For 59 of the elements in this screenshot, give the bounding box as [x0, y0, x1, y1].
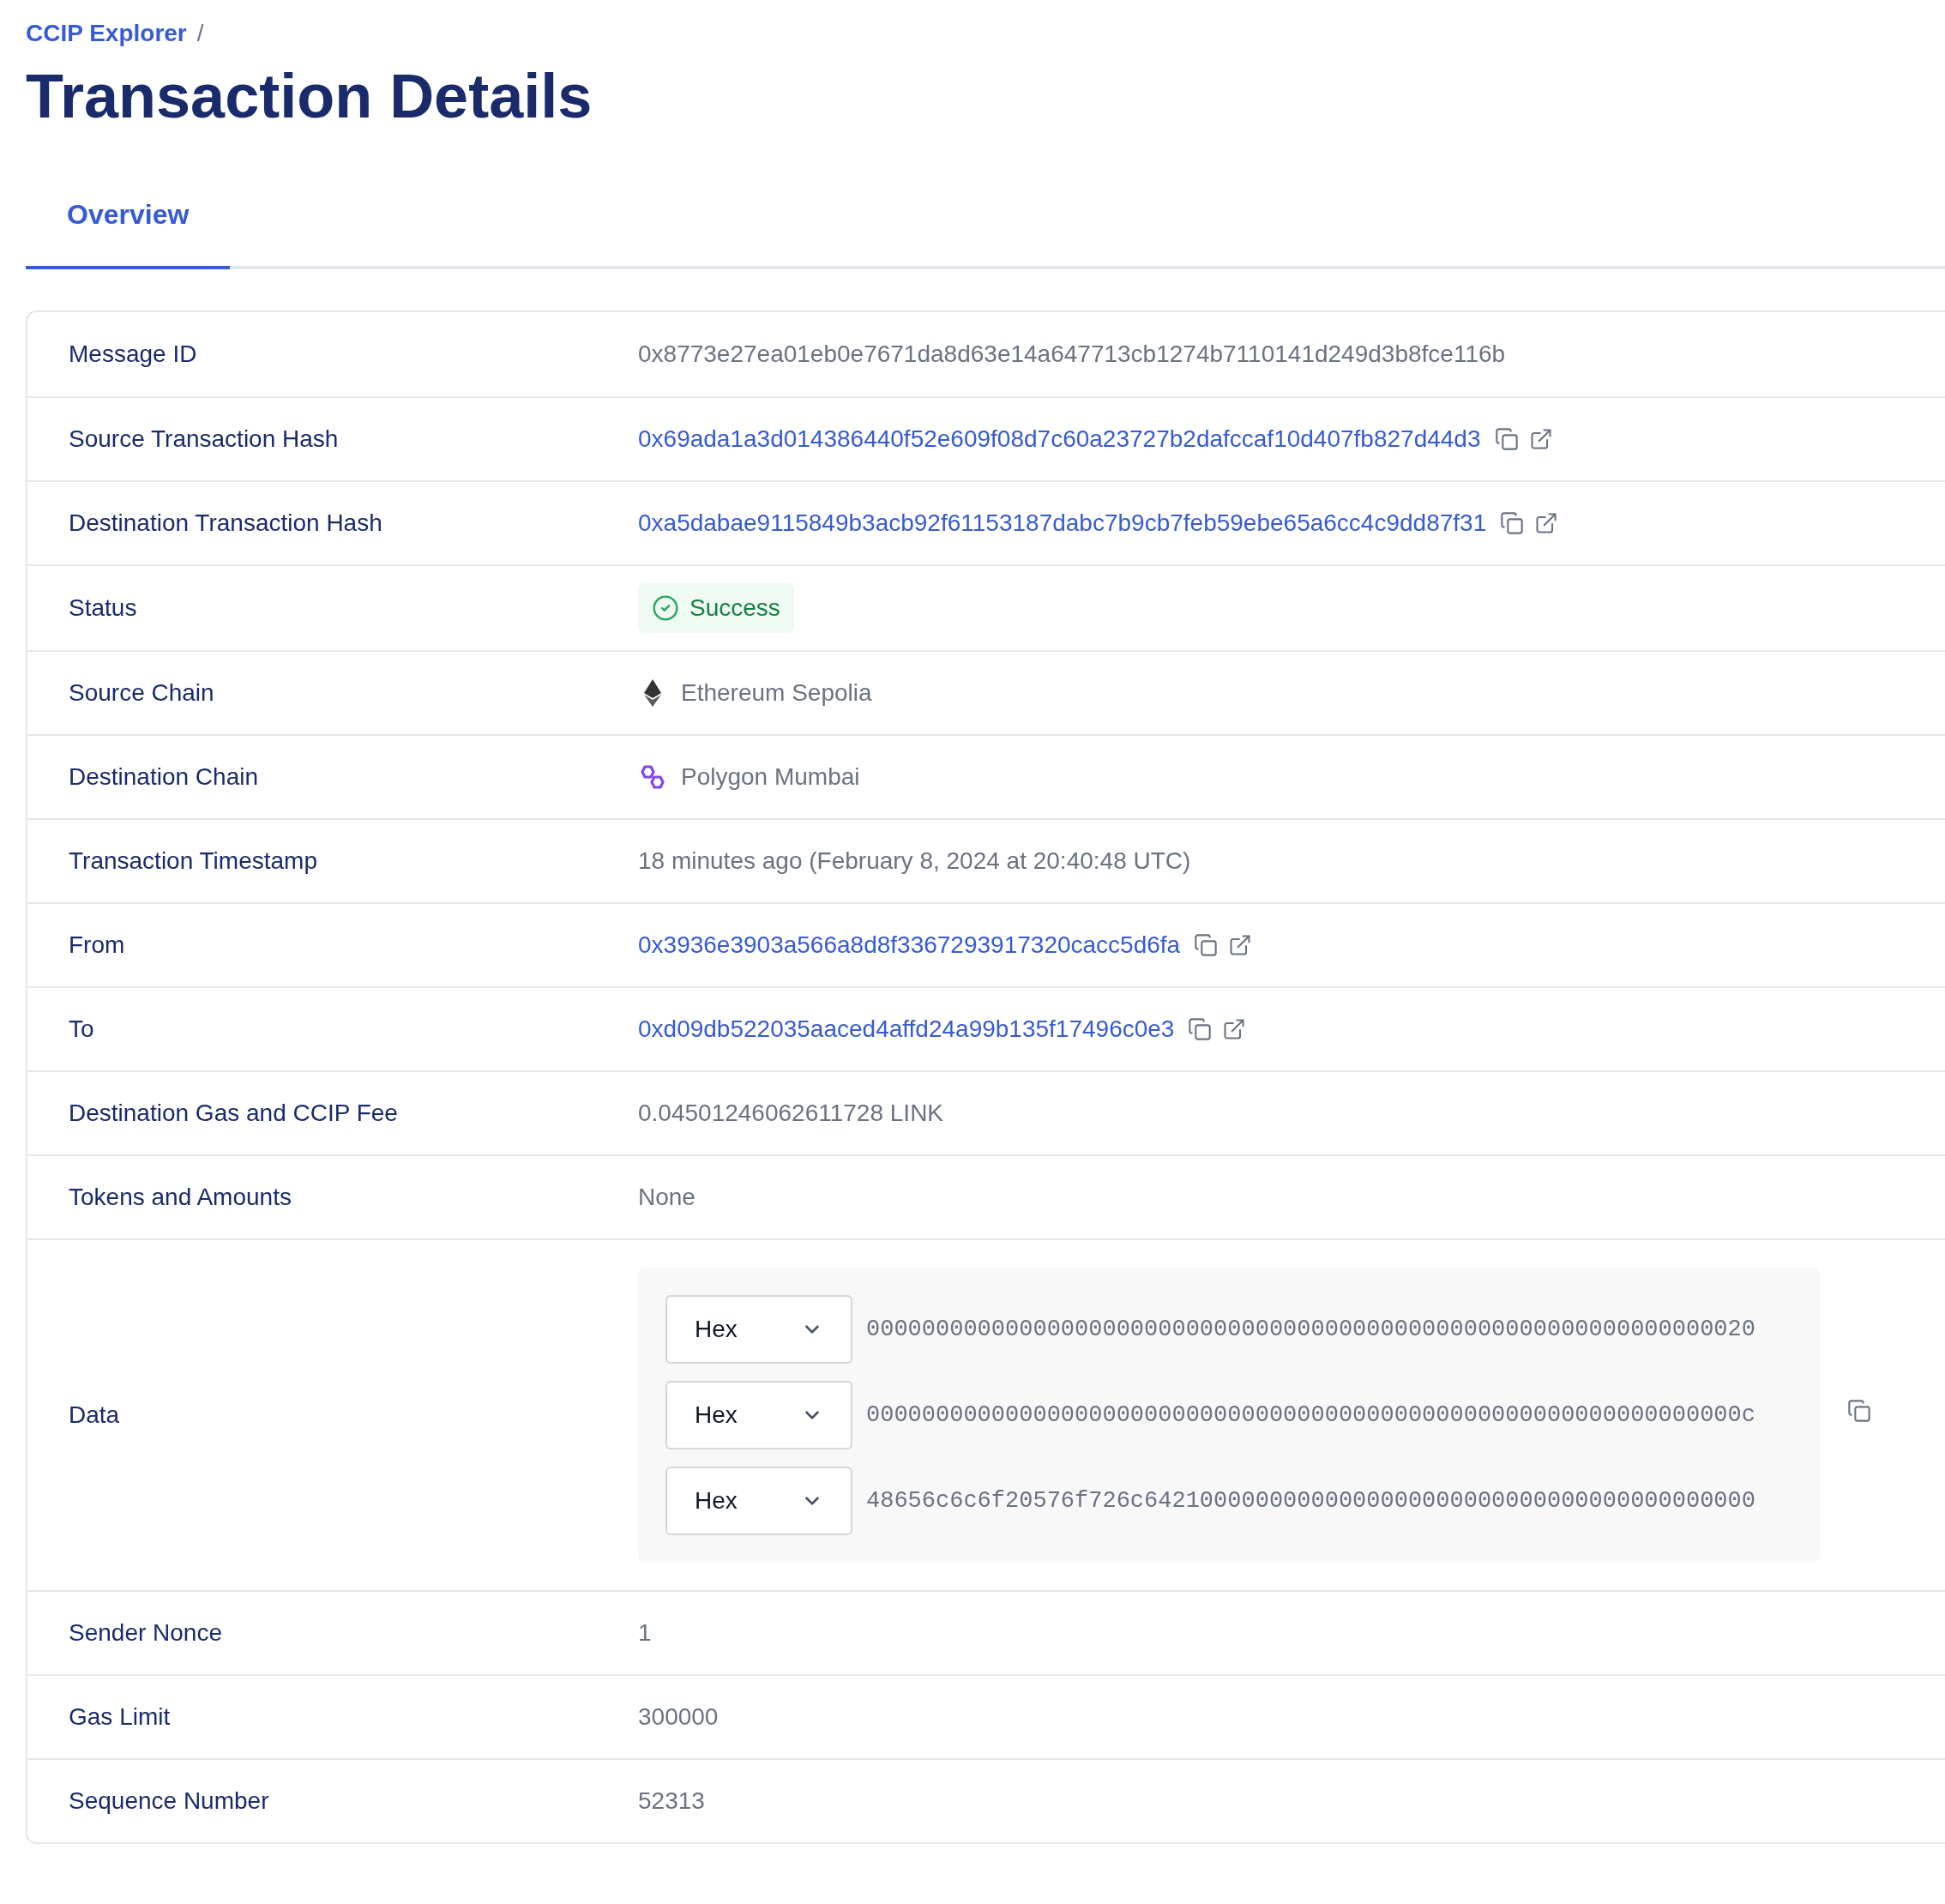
breadcrumb-separator: / [196, 19, 204, 48]
field-label: Source Transaction Hash [68, 425, 340, 454]
hash-link[interactable]: 0xd09db522035aaced4affd24a99b135f17496c0e3 [638, 1011, 1175, 1047]
status-text: Success [689, 593, 780, 623]
field-label: Source Chain [68, 678, 215, 708]
field-label: Transaction Timestamp [68, 847, 318, 876]
field-label: Message ID [68, 340, 198, 369]
chain-name: Ethereum Sepolia [681, 678, 872, 708]
format-dropdown[interactable]: Hex [665, 1295, 852, 1364]
field-label: Destination Transaction Hash [68, 509, 383, 538]
external-link-button[interactable] [1222, 1017, 1247, 1041]
copy-icon [1194, 933, 1219, 957]
copy-button[interactable] [1188, 1017, 1213, 1041]
external-link-icon [1528, 427, 1553, 451]
check-circle-icon [652, 594, 679, 622]
overview-tab[interactable]: Overview [26, 194, 231, 269]
field-value: 300000 [638, 1702, 719, 1732]
field-label: Data [68, 1401, 121, 1430]
hash-link[interactable]: 0x69ada1a3d014386440f52e609f08d7c60a23727b2dafccaf10d407fb827d44d3 [638, 421, 1481, 457]
hex-value: 48656c6c6f20576f726c64210000000000000000000000000000000000000000 [866, 1486, 1755, 1515]
external-link-button[interactable] [1534, 511, 1559, 535]
format-dropdown[interactable]: Hex [665, 1467, 852, 1535]
format-dropdown[interactable]: Hex [665, 1381, 852, 1449]
copy-button[interactable] [1500, 511, 1525, 535]
copy-icon [1494, 427, 1519, 451]
chain-name: Polygon Mumbai [681, 762, 860, 792]
external-link-button[interactable] [1228, 933, 1253, 957]
external-link-icon [1228, 933, 1253, 957]
field-label: Destination Chain [68, 762, 260, 792]
hex-value: 000000000000000000000000000000000000000000000000000000000000000c [866, 1401, 1755, 1430]
field-label: Sequence Number [68, 1787, 270, 1816]
field-label: Status [68, 593, 138, 623]
field-value: 0.04501246062611728 LINK [638, 1099, 944, 1128]
hex-value: 0000000000000000000000000000000000000000000000000000000000000020 [866, 1315, 1755, 1344]
field-value: 18 minutes ago (February 8, 2024 at 20:40:48 UTC) [638, 847, 1191, 876]
hash-link[interactable]: 0xa5dabae9115849b3acb92f61153187dabc7b9cb7feb59ebe65a6cc4c9dd87f31 [638, 505, 1487, 541]
ethereum-icon [644, 679, 661, 707]
copy-icon [1500, 511, 1525, 535]
copy-button[interactable] [1847, 1399, 1871, 1423]
field-value: 0x8773e27ea01eb0e7671da8d63e14a647713cb1274b7110141d249d3b8fce116b [638, 340, 1506, 369]
copy-icon [1847, 1399, 1871, 1423]
external-link-icon [1222, 1017, 1247, 1041]
field-label: To [68, 1015, 95, 1044]
external-link-button[interactable] [1528, 427, 1553, 451]
field-label: Tokens and Amounts [68, 1183, 292, 1212]
field-value: 1 [638, 1618, 652, 1648]
field-value: 52313 [638, 1787, 705, 1816]
copy-icon [1188, 1017, 1213, 1041]
copy-button[interactable] [1494, 427, 1519, 451]
field-label: Sender Nonce [68, 1618, 223, 1648]
hash-link[interactable]: 0x3936e3903a566a8d8f3367293917320cacc5d6fa [638, 927, 1181, 963]
field-label: Gas Limit [68, 1702, 172, 1732]
breadcrumb-link[interactable]: CCIP Explorer [26, 15, 187, 51]
field-value: None [638, 1183, 696, 1212]
field-label: Destination Gas and CCIP Fee [68, 1099, 399, 1128]
page-title: Transaction Details [26, 65, 593, 127]
external-link-icon [1534, 511, 1559, 535]
copy-button[interactable] [1194, 933, 1219, 957]
field-label: From [68, 931, 126, 960]
